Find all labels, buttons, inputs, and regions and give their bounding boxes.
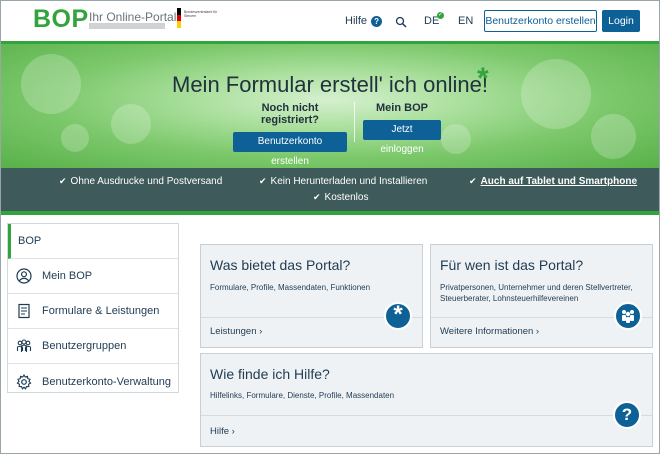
sidebar-item-mein-bop[interactable]: Mein BOP	[8, 259, 178, 294]
question-icon: ?	[613, 401, 641, 429]
check-icon: ✔	[469, 176, 477, 186]
card-text: Privatpersonen, Unternehmer und deren St…	[440, 283, 633, 303]
help-label: Hilfe	[345, 15, 368, 27]
search-icon[interactable]	[395, 16, 407, 28]
feature-item: ✔ Kein Herunterladen und Installieren	[259, 176, 428, 187]
card-link-weitere-informationen[interactable]: Weitere Informationen ›	[440, 326, 539, 337]
feature-item-link[interactable]: ✔ Auch auf Tablet und Smartphone	[469, 176, 637, 187]
card-title: Für wen ist das Portal?	[440, 257, 584, 273]
people-icon	[614, 302, 642, 330]
card-target-audience: Für wen ist das Portal? Privatpersonen, …	[430, 244, 653, 348]
sidebar-nav: BOP Mein BOP Formulare & Leistungen Benu…	[7, 223, 179, 393]
hero-login-label: Mein BOP	[376, 102, 428, 114]
hero-register-block: Noch nicht registriert? Benutzerkonto er…	[233, 102, 347, 168]
register-button[interactable]: Benutzerkonto erstellen	[484, 10, 597, 32]
sidebar-item-formulare[interactable]: Formulare & Leistungen	[8, 294, 178, 329]
card-title: Was bietet das Portal?	[210, 257, 351, 273]
card-help: Wie finde ich Hilfe? Hilfelinks, Formula…	[200, 353, 653, 447]
card-link-leistungen[interactable]: Leistungen ›	[210, 326, 262, 337]
hero-banner: Mein Formular erstell' ich online! * Noc…	[1, 44, 659, 168]
sidebar-item-label: Benutzergruppen	[42, 340, 127, 352]
sidebar-item-bop[interactable]: BOP	[8, 224, 178, 259]
login-button[interactable]: Login	[602, 10, 640, 32]
bop-logo[interactable]: BOP	[33, 5, 89, 34]
asterisk-icon: *	[384, 302, 412, 330]
hero-title: Mein Formular erstell' ich online!	[172, 72, 488, 97]
check-icon: ✔	[259, 176, 267, 186]
card-text: Formulare, Profile, Massendaten, Funktio…	[210, 283, 371, 292]
language-en[interactable]: EN	[458, 15, 473, 27]
hero-register-button[interactable]: Benutzerkonto erstellen	[233, 132, 347, 167]
ministry-logo: Bundeszentralamt für Steuern	[177, 8, 217, 30]
ministry-text: Bundeszentralamt für Steuern	[184, 10, 218, 18]
card-divider	[201, 415, 652, 416]
logo-underline	[89, 23, 165, 29]
check-icon: ✔	[59, 176, 67, 186]
top-header: BOP Ihr Online-Portal Bundeszentralamt f…	[1, 1, 659, 41]
sidebar-item-label: BOP	[18, 235, 42, 247]
card-title: Wie finde ich Hilfe?	[210, 366, 330, 382]
card-portal-offer: Was bietet das Portal? Formulare, Profil…	[200, 244, 423, 348]
hero-login-block: Mein BOP Jetzt einloggen	[363, 102, 441, 157]
help-link[interactable]: Hilfe ?	[345, 15, 383, 27]
hero-divider	[354, 102, 355, 142]
sidebar-item-label: Mein BOP	[42, 270, 93, 282]
logo-subtitle: Ihr Online-Portal	[89, 10, 177, 24]
document-icon	[18, 303, 30, 319]
sidebar-item-label: Benutzerkonto-Verwaltung	[42, 375, 172, 388]
check-icon: ✔	[313, 192, 321, 202]
federal-eagle-icon	[177, 8, 181, 29]
group-icon	[16, 339, 32, 352]
sidebar-item-benutzergruppen[interactable]: Benutzergruppen	[8, 329, 178, 364]
card-text: Hilfelinks, Formulare, Dienste, Profile,…	[210, 391, 395, 400]
hero-login-button[interactable]: Jetzt einloggen	[363, 120, 441, 155]
gear-icon	[16, 373, 32, 390]
features-strip: ✔ Ohne Ausdrucke und Postversand ✔ Kein …	[1, 168, 659, 211]
sidebar-item-konto-verwaltung[interactable]: Benutzerkonto-Verwaltung	[8, 364, 178, 399]
feature-item: ✔ Ohne Ausdrucke und Postversand	[59, 176, 223, 187]
question-icon: ?	[371, 15, 383, 27]
sidebar-item-label: Formulare & Leistungen	[42, 305, 160, 317]
check-icon: ✓	[437, 12, 444, 19]
user-icon	[16, 268, 32, 284]
green-divider	[1, 211, 659, 215]
page-frame: BOP Ihr Online-Portal Bundeszentralamt f…	[0, 0, 660, 454]
asterisk-icon: *	[477, 62, 489, 95]
hero-register-label: Noch nicht registriert?	[260, 102, 320, 126]
feature-item: ✔ Kostenlos	[313, 192, 369, 203]
card-link-hilfe[interactable]: Hilfe ›	[210, 426, 235, 437]
